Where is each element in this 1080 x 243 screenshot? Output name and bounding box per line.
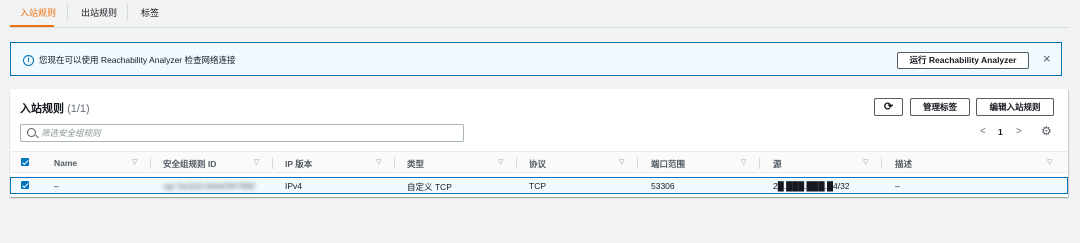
tab-tags[interactable]: 标签 — [141, 6, 159, 19]
current-page-number[interactable]: 1 — [998, 127, 1003, 137]
search-input[interactable] — [41, 127, 451, 139]
column-header-description[interactable]: 描述 — [895, 158, 912, 170]
tab-divider — [127, 4, 128, 20]
tab-bar: 入站规则 出站规则 标签 — [0, 0, 1080, 30]
select-all-checkbox[interactable] — [21, 158, 29, 166]
rule-count: (1/1) — [67, 103, 90, 115]
sort-icon[interactable]: ▽ — [254, 158, 259, 166]
column-header-source[interactable]: 源 — [773, 158, 782, 170]
panel-title-text: 入站规则 — [20, 103, 64, 115]
tab-outbound-rules[interactable]: 出站规则 — [81, 6, 117, 19]
cell-protocol: TCP — [529, 181, 546, 191]
cell-source: 2█.███.███.█4/32 — [773, 181, 850, 191]
cell-type: 自定义 TCP — [407, 182, 452, 192]
sort-icon[interactable]: ▽ — [1047, 158, 1052, 166]
table-row[interactable]: – sgr-0a1b2c3d4e5f67890 IPv4 自定义 TCP TCP… — [10, 177, 1068, 194]
column-divider — [272, 157, 273, 169]
column-divider — [394, 157, 395, 169]
previous-page-icon[interactable]: < — [980, 126, 986, 137]
edit-inbound-rules-button[interactable]: 编辑入站规则 — [976, 98, 1054, 116]
cell-rule-id: sgr-0a1b2c3d4e5f67890 — [163, 181, 256, 191]
column-header-name[interactable]: Name — [54, 158, 77, 168]
inbound-rules-panel: 入站规则 (1/1) ⟳ 管理标签 编辑入站规则 < 1 > ⚙ Name ▽ … — [10, 89, 1068, 197]
tab-divider — [67, 4, 68, 20]
column-divider — [759, 157, 760, 169]
tab-bar-divider — [10, 27, 1068, 28]
sort-icon[interactable]: ▽ — [741, 158, 746, 166]
info-banner: i 您现在可以使用 Reachability Analyzer 检查网络连接 运… — [10, 42, 1062, 76]
column-header-rule-id[interactable]: 安全组规则 ID — [163, 158, 216, 170]
cell-description: – — [895, 181, 900, 191]
search-icon — [27, 128, 36, 137]
column-divider — [637, 157, 638, 169]
cell-port-range: 53306 — [651, 181, 675, 191]
column-divider — [881, 157, 882, 169]
column-divider — [516, 157, 517, 169]
cell-ip-version: IPv4 — [285, 181, 303, 191]
settings-gear-icon[interactable]: ⚙ — [1041, 124, 1052, 138]
manage-tags-button[interactable]: 管理标签 — [910, 98, 970, 116]
refresh-icon: ⟳ — [883, 101, 894, 113]
info-icon: i — [23, 55, 34, 66]
refresh-button[interactable]: ⟳ — [874, 98, 903, 116]
column-header-type[interactable]: 类型 — [407, 158, 424, 170]
sort-icon[interactable]: ▽ — [132, 158, 137, 166]
column-header-port-range[interactable]: 端口范围 — [651, 158, 685, 170]
sort-icon[interactable]: ▽ — [619, 158, 624, 166]
close-icon[interactable]: × — [1043, 52, 1051, 66]
column-header-ip-version[interactable]: IP 版本 — [285, 158, 312, 170]
sort-icon[interactable]: ▽ — [376, 158, 381, 166]
filter-search-box — [20, 124, 464, 142]
cell-name: – — [54, 181, 59, 191]
tab-inbound-rules[interactable]: 入站规则 — [20, 6, 56, 19]
banner-message: 您现在可以使用 Reachability Analyzer 检查网络连接 — [39, 55, 236, 65]
panel-title: 入站规则 (1/1) — [20, 100, 90, 116]
column-header-protocol[interactable]: 协议 — [529, 158, 546, 170]
next-page-icon[interactable]: > — [1016, 126, 1022, 137]
sort-icon[interactable]: ▽ — [498, 158, 503, 166]
column-divider — [150, 157, 151, 169]
row-checkbox[interactable] — [21, 181, 29, 189]
table-header: Name ▽ 安全组规则 ID ▽ IP 版本 ▽ 类型 ▽ 协议 ▽ 端口范围… — [10, 151, 1068, 173]
sort-icon[interactable]: ▽ — [863, 158, 868, 166]
run-reachability-analyzer-button[interactable]: 运行 Reachability Analyzer — [897, 52, 1029, 69]
